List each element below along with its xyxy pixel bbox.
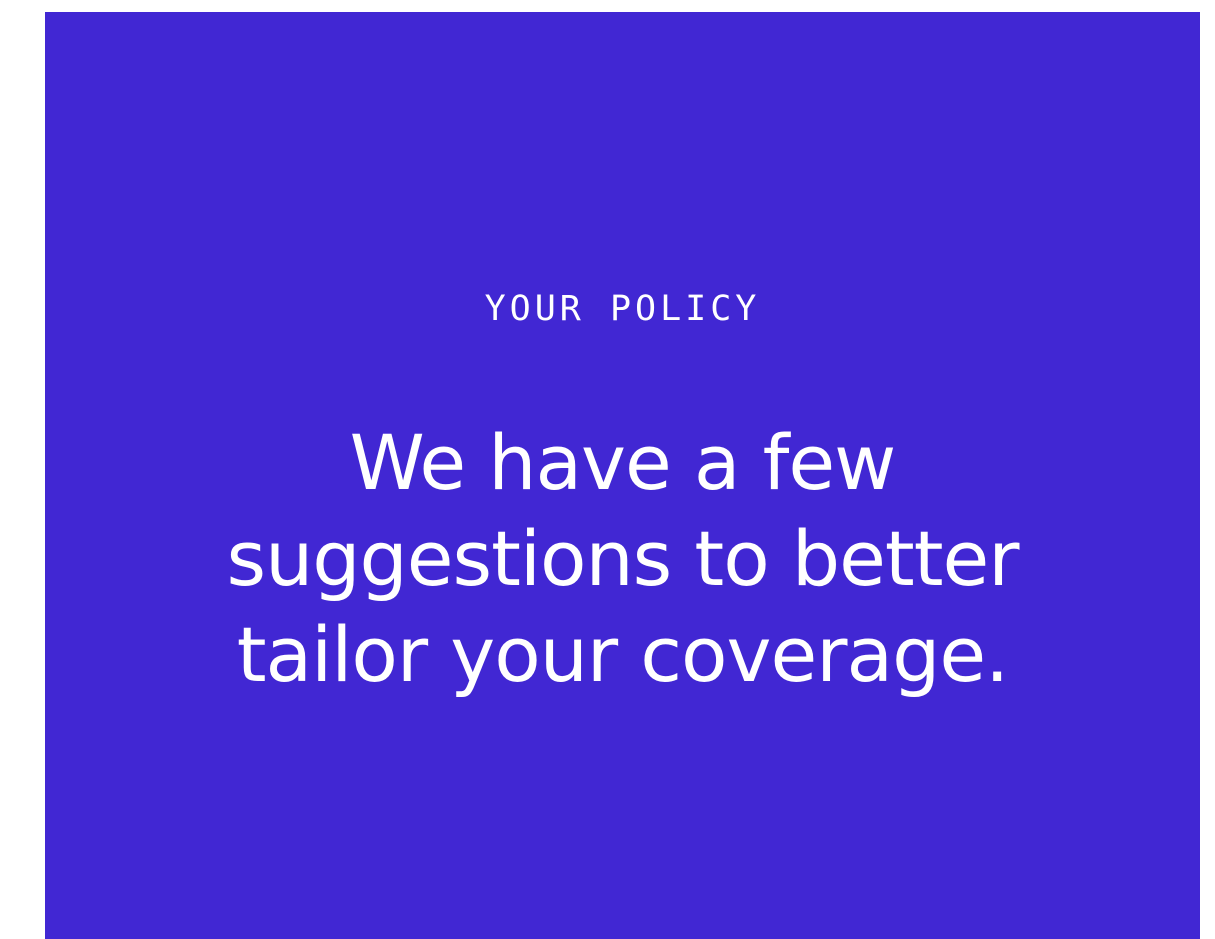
headline-line: We have a few <box>349 418 897 507</box>
policy-hero-panel: YOUR POLICY We have a few suggestions to… <box>45 12 1200 939</box>
headline-line: tailor your coverage. <box>236 610 1010 699</box>
section-eyebrow-label: YOUR POLICY <box>484 289 761 329</box>
headline-line: suggestions to better <box>226 514 1020 603</box>
page: YOUR POLICY We have a few suggestions to… <box>0 0 1215 939</box>
hero-headline: We have a few suggestions to better tail… <box>45 415 1200 703</box>
